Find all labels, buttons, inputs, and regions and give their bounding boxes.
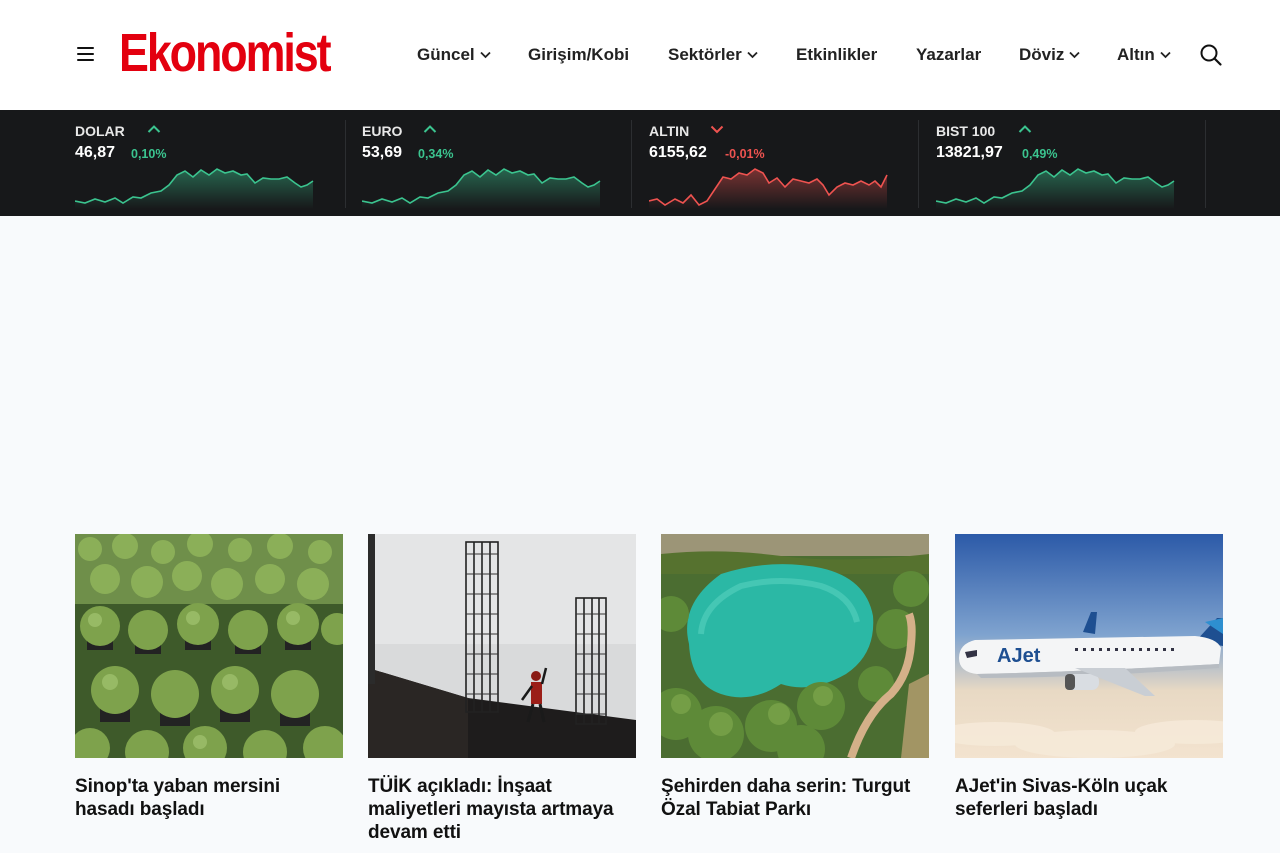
chevron-down-icon bbox=[1069, 51, 1080, 59]
ticker-change: 0,10% bbox=[131, 147, 167, 161]
ticker-name: ALTIN bbox=[649, 123, 690, 139]
chevron-down-icon bbox=[479, 51, 491, 59]
ticker-name: EURO bbox=[362, 123, 403, 139]
sparkline-chart bbox=[362, 168, 601, 209]
chevron-down-icon bbox=[747, 51, 758, 59]
hamburger-menu-icon[interactable] bbox=[75, 43, 97, 65]
ticker-item-bist-100[interactable]: BIST 100 13821,97 0,49% bbox=[936, 110, 1181, 216]
article-title[interactable]: TÜİK açıkladı: İnşaat maliyetleri mayıst… bbox=[368, 775, 636, 844]
ticker-change: 0,34% bbox=[418, 147, 454, 161]
nav-item-label: Yazarlar bbox=[916, 45, 982, 64]
nav-item-altin[interactable]: Altın bbox=[1117, 42, 1171, 68]
ajet-airplane-photo[interactable]: AJet bbox=[955, 534, 1223, 758]
blueberry-field-photo[interactable] bbox=[75, 534, 343, 758]
ticker-value: 13821,97 bbox=[936, 144, 1003, 161]
nav-item-guncel[interactable]: Güncel bbox=[417, 42, 491, 68]
ticker-value: 53,69 bbox=[362, 144, 403, 161]
ticker-item-altin[interactable]: ALTIN 6155,62 -0,01% bbox=[649, 110, 894, 216]
ticker-change: -0,01% bbox=[725, 147, 765, 161]
chevron-down-icon bbox=[1160, 51, 1171, 59]
ticker-value: 46,87 bbox=[75, 144, 116, 161]
nav-item-sektorler[interactable]: Sektörler bbox=[668, 42, 758, 68]
ticker-name: BIST 100 bbox=[936, 123, 996, 139]
divider bbox=[1205, 120, 1206, 208]
article-title[interactable]: Sinop'ta yaban mersini hasadı başladı bbox=[75, 775, 343, 821]
construction-worker-photo[interactable] bbox=[368, 534, 636, 758]
ticker-value: 6155,62 bbox=[649, 144, 707, 161]
sparkline-chart bbox=[649, 168, 888, 209]
ticker-item-euro[interactable]: EURO 53,69 0,34% bbox=[362, 110, 607, 216]
nav-item-doviz[interactable]: Döviz bbox=[1019, 42, 1080, 68]
divider bbox=[918, 120, 919, 208]
nav-item-label: Altın bbox=[1117, 45, 1155, 64]
article-card[interactable]: Şehirden daha serin: Turgut Özal Tabiat … bbox=[661, 534, 929, 820]
nav-item-yazarlar[interactable]: Yazarlar bbox=[916, 42, 981, 68]
arrow-up-icon bbox=[423, 125, 437, 133]
nav-item-label: Girişim/Kobi bbox=[528, 45, 630, 64]
sparkline-chart bbox=[936, 168, 1175, 209]
nav-item-label: Sektörler bbox=[668, 45, 742, 64]
divider bbox=[345, 120, 346, 208]
divider bbox=[631, 120, 632, 208]
arrow-up-icon bbox=[1018, 125, 1032, 133]
turquoise-lake-photo[interactable] bbox=[661, 534, 929, 758]
site-logo[interactable]: Ekonomist bbox=[119, 22, 332, 84]
site-header: Ekonomist Güncel Girişim/Kobi Sektörler … bbox=[0, 0, 1280, 110]
search-icon[interactable] bbox=[1199, 43, 1223, 67]
arrow-down-icon bbox=[710, 125, 724, 134]
article-card[interactable]: TÜİK açıkladı: İnşaat maliyetleri mayıst… bbox=[368, 534, 636, 843]
article-title[interactable]: Şehirden daha serin: Turgut Özal Tabiat … bbox=[661, 775, 929, 821]
nav-item-etkinlikler[interactable]: Etkinlikler bbox=[796, 42, 877, 68]
nav-item-label: Güncel bbox=[417, 45, 475, 64]
nav-item-girisim-kobi[interactable]: Girişim/Kobi bbox=[528, 42, 629, 68]
article-title[interactable]: AJet'in Sivas-Köln uçak seferleri başlad… bbox=[955, 775, 1223, 821]
article-card[interactable]: AJet AJet'in Sivas-Köln uçak seferleri b… bbox=[955, 534, 1223, 820]
ticker-name: DOLAR bbox=[75, 123, 125, 139]
market-ticker: DOLAR 46,87 0,10% EURO 53,69 0,34% ALTIN… bbox=[0, 110, 1280, 216]
arrow-up-icon bbox=[147, 125, 161, 133]
nav-item-label: Etkinlikler bbox=[796, 45, 878, 64]
ticker-item-dolar[interactable]: DOLAR 46,87 0,10% bbox=[75, 110, 320, 216]
sparkline-chart bbox=[75, 168, 314, 209]
airplane-livery-text: AJet bbox=[997, 645, 1041, 667]
nav-item-label: Döviz bbox=[1019, 45, 1065, 64]
ticker-change: 0,49% bbox=[1022, 147, 1058, 161]
article-card[interactable]: Sinop'ta yaban mersini hasadı başladı bbox=[75, 534, 343, 820]
